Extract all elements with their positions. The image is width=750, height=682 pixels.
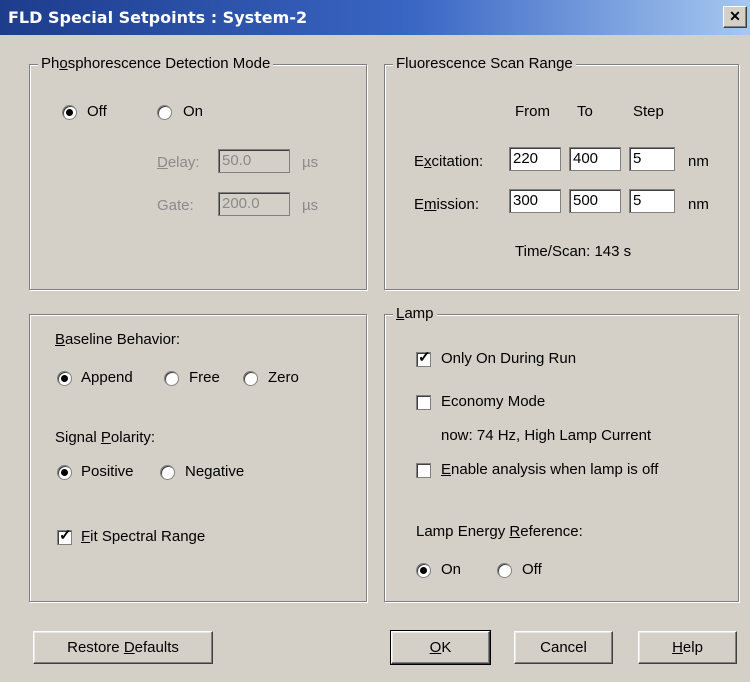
excitation-to-input[interactable]: 400	[569, 147, 621, 171]
radio-selected-dot	[66, 109, 73, 116]
lamp-ref-off-radio[interactable]	[497, 563, 512, 578]
fit-spectral-range-label[interactable]: Fit Spectral Range	[81, 528, 205, 546]
emission-from-input[interactable]: 300	[509, 189, 561, 213]
phosphorescence-legend: Phosphorescence Detection Mode	[38, 55, 274, 73]
time-per-scan: Time/Scan: 143 s	[515, 243, 632, 260]
radio-selected-dot	[61, 469, 68, 476]
polarity-negative-radio[interactable]	[160, 465, 175, 480]
phosphorescence-on-radio[interactable]	[157, 105, 172, 120]
lamp-group: Lamp ✓ Only On During Run Economy Mode n…	[384, 305, 739, 602]
enable-analysis-checkbox[interactable]	[416, 463, 431, 478]
column-step-label: Step	[633, 103, 664, 120]
only-on-during-run-checkbox[interactable]: ✓	[416, 349, 431, 367]
polarity-positive-radio[interactable]	[57, 465, 72, 480]
phosphorescence-group: Phosphorescence Detection Mode Off On De…	[29, 55, 367, 290]
checkmark-icon: ✓	[418, 349, 431, 366]
emission-unit: nm	[688, 196, 709, 213]
baseline-zero-radio[interactable]	[243, 371, 258, 386]
cancel-button[interactable]: Cancel	[514, 631, 613, 664]
lamp-energy-reference-label: Lamp Energy Reference:	[416, 523, 583, 540]
help-button[interactable]: Help	[638, 631, 737, 664]
gate-input[interactable]: 200.0	[218, 192, 290, 216]
baseline-behavior-label: Baseline Behavior:	[55, 331, 181, 348]
polarity-negative-label[interactable]: Negative	[185, 463, 244, 481]
fit-spectral-range-checkbox[interactable]: ✓	[57, 527, 72, 545]
delay-unit: µs	[302, 154, 319, 171]
baseline-zero-label[interactable]: Zero	[268, 369, 299, 387]
delay-input[interactable]: 50.0	[218, 149, 290, 173]
lamp-ref-on-label[interactable]: On	[441, 561, 461, 579]
baseline-free-label[interactable]: Free	[189, 369, 220, 387]
excitation-unit: nm	[688, 153, 709, 170]
column-from-label: From	[515, 103, 550, 120]
emission-to-input[interactable]: 500	[569, 189, 621, 213]
excitation-label: Excitation:	[414, 153, 484, 170]
baseline-append-label[interactable]: Append	[81, 369, 133, 387]
only-on-during-run-label[interactable]: Only On During Run	[441, 350, 576, 368]
checkmark-icon: ✓	[59, 527, 72, 544]
signal-options-group: Baseline Behavior: Append Free Zero Sign…	[29, 314, 367, 602]
column-to-label: To	[577, 103, 593, 120]
radio-selected-dot	[420, 567, 427, 574]
polarity-positive-label[interactable]: Positive	[81, 463, 134, 481]
phosphorescence-on-label[interactable]: On	[183, 103, 203, 121]
lamp-ref-off-label[interactable]: Off	[522, 561, 542, 579]
lamp-legend: Lamp	[393, 305, 437, 323]
emission-label: Emission:	[414, 196, 480, 213]
close-icon: ✕	[729, 8, 741, 24]
enable-analysis-label[interactable]: Enable analysis when lamp is off	[441, 461, 658, 479]
emission-step-input[interactable]: 5	[629, 189, 675, 213]
lamp-current-status: now: 74 Hz, High Lamp Current	[441, 427, 652, 444]
economy-mode-checkbox[interactable]	[416, 395, 431, 410]
baseline-append-radio[interactable]	[57, 371, 72, 386]
phosphorescence-off-label[interactable]: Off	[87, 103, 107, 121]
baseline-free-radio[interactable]	[164, 371, 179, 386]
lamp-ref-on-radio[interactable]	[416, 563, 431, 578]
scan-range-legend: Fluorescence Scan Range	[393, 55, 576, 73]
delay-label: Delay:	[157, 154, 200, 171]
window-title: FLD Special Setpoints : System-2	[8, 8, 308, 27]
phosphorescence-off-radio[interactable]	[62, 105, 77, 120]
restore-defaults-button[interactable]: Restore Defaults	[33, 631, 213, 664]
gate-label: Gate:	[157, 197, 194, 214]
close-button[interactable]: ✕	[723, 6, 747, 28]
ok-button[interactable]: OK	[390, 630, 491, 665]
gate-unit: µs	[302, 197, 319, 214]
signal-polarity-label: Signal Polarity:	[55, 429, 156, 446]
economy-mode-label[interactable]: Economy Mode	[441, 393, 545, 411]
title-bar[interactable]: FLD Special Setpoints : System-2 ✕	[0, 0, 750, 35]
excitation-from-input[interactable]: 220	[509, 147, 561, 171]
excitation-step-input[interactable]: 5	[629, 147, 675, 171]
radio-selected-dot	[61, 375, 68, 382]
scan-range-group: Fluorescence Scan Range From To Step Exc…	[384, 55, 739, 290]
dialog-window: FLD Special Setpoints : System-2 ✕ Phosp…	[0, 0, 750, 682]
